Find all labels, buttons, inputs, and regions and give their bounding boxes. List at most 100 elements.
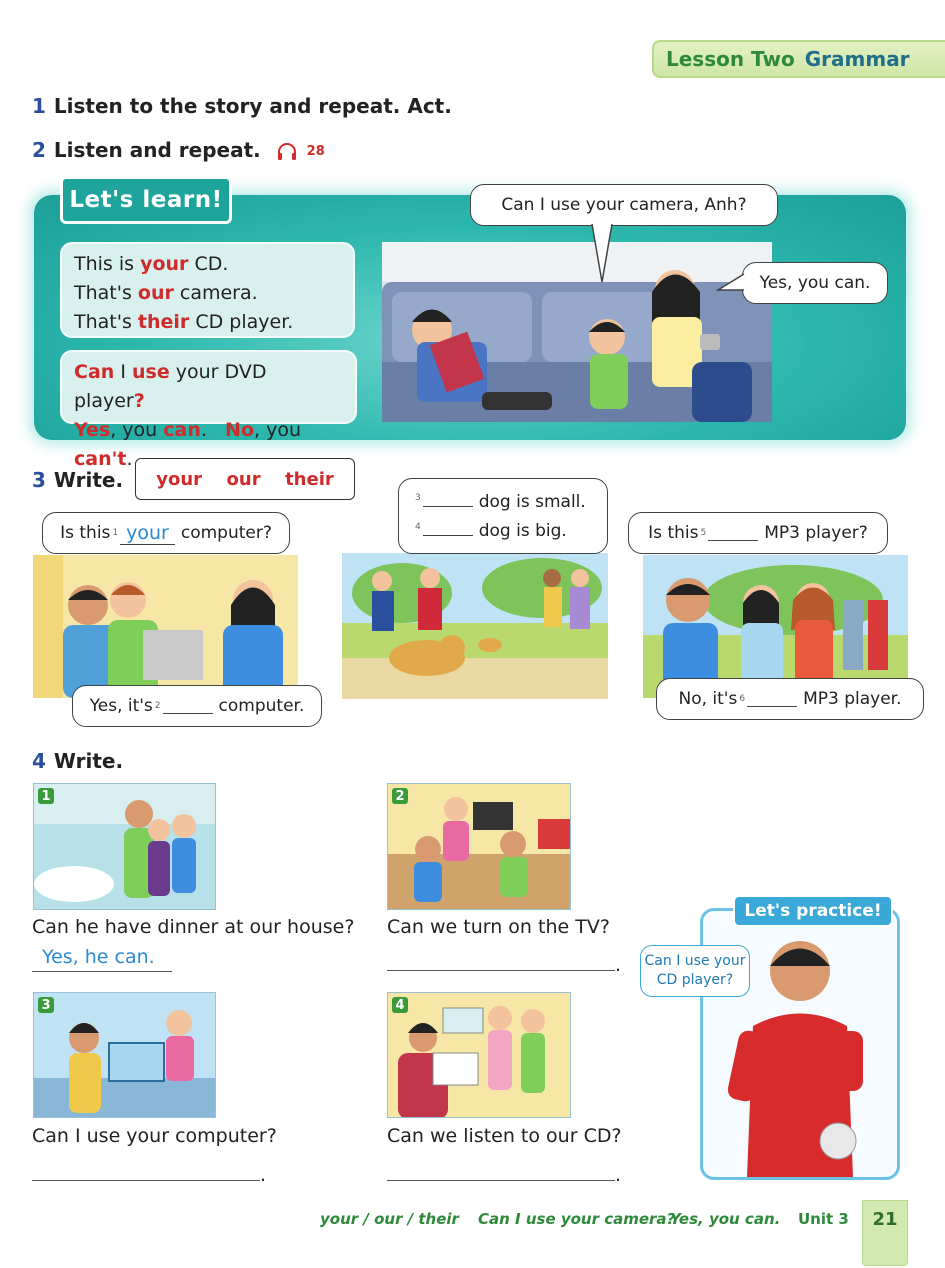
picture-number: 3 xyxy=(38,997,54,1013)
picture-number: 4 xyxy=(392,997,408,1013)
picture-2: 2 xyxy=(387,783,571,910)
park-dogs-illustration xyxy=(342,553,608,699)
keyword: can xyxy=(163,419,201,441)
speech-bubble-question: Can I use your camera, Anh? xyxy=(470,184,778,226)
footer-grammar-3: Yes, you can. xyxy=(670,1210,781,1228)
keyword: your xyxy=(140,253,189,275)
text: I xyxy=(114,361,132,383)
text: . xyxy=(126,448,133,470)
speech-bubble-1: Is this 1 your computer? xyxy=(42,512,290,554)
lesson-header-tab: Lesson Two Grammar xyxy=(652,40,945,78)
text: Is this xyxy=(60,523,111,543)
speech-bubble-6: No, it's 6 MP3 player. xyxy=(656,678,924,720)
keyword: ? xyxy=(133,390,145,412)
answer-blank-2[interactable] xyxy=(162,698,213,714)
text: , you xyxy=(110,419,164,441)
can-question-box: Can I use your DVD player? Yes, you can.… xyxy=(60,350,357,470)
speech-text: Can I use your camera, Anh? xyxy=(501,195,747,215)
exercise-instruction: Listen and repeat. xyxy=(53,138,261,162)
keyword: Yes xyxy=(74,419,111,441)
text: dog is big. xyxy=(478,521,567,541)
picture-4: 4 xyxy=(387,992,571,1118)
blank-number: 2 xyxy=(154,701,161,711)
exercise-4-heading: 4 Write. xyxy=(32,749,123,773)
exercise-1-heading: 1 Listen to the story and repeat. Act. xyxy=(32,94,452,118)
answer-blank-4[interactable] xyxy=(422,520,473,536)
answer-text: Yes, he can. xyxy=(42,946,155,968)
possessive-examples-box: This is your CD. That's our camera. That… xyxy=(60,242,355,338)
exercise-instruction: Listen to the story and repeat. Act. xyxy=(53,94,452,118)
exercise-2-heading: 2 Listen and repeat. 28 xyxy=(32,138,325,162)
text: , you xyxy=(254,419,302,441)
sentence-3: 3 dog is small. xyxy=(413,491,586,512)
text: computer? xyxy=(180,523,272,543)
bubble-tail xyxy=(591,224,613,283)
speech-line: CD player? xyxy=(656,972,734,988)
speech-bubble-2: Yes, it's 2 computer. xyxy=(72,685,322,727)
blank-number: 4 xyxy=(415,522,421,533)
practice-speech-bubble: Can I use your CD player? xyxy=(640,945,750,997)
picture-3: 3 xyxy=(33,992,216,1118)
text: MP3 player. xyxy=(803,689,902,709)
footer-grammar-1: your / our / their xyxy=(320,1210,459,1228)
text: That's xyxy=(74,311,138,333)
answer-line-2[interactable] xyxy=(387,970,615,971)
answer-blank-6[interactable] xyxy=(747,691,798,707)
exercise-instruction: Write. xyxy=(53,749,124,773)
exercise-3-heading: 3 Write. xyxy=(32,468,123,492)
lets-learn-badge: Let's learn! xyxy=(60,176,232,224)
text: computer. xyxy=(218,696,305,716)
text: CD player. xyxy=(189,311,294,333)
question-1: Can he have dinner at our house? xyxy=(32,916,355,938)
topic-label: Grammar xyxy=(804,47,910,71)
lets-practice-badge: Let's practice! xyxy=(733,895,893,927)
lesson-label: Lesson Two xyxy=(666,47,795,71)
picture-number: 1 xyxy=(38,788,54,804)
answer-line-1[interactable]: Yes, he can. xyxy=(32,946,172,972)
answer-period: . xyxy=(615,954,622,976)
keyword: No xyxy=(225,419,255,441)
bubble-tail xyxy=(716,273,745,291)
exercise-number: 1 xyxy=(32,94,46,118)
text: Yes, it's xyxy=(89,696,153,716)
answer-blank-1[interactable]: your xyxy=(120,522,175,545)
answer-blank-3[interactable] xyxy=(422,491,473,507)
keyword: use xyxy=(131,361,170,383)
text: CD. xyxy=(188,253,229,275)
question-2: Can we turn on the TV? xyxy=(387,916,610,938)
speech-line: Can I use your xyxy=(644,953,746,969)
text: camera. xyxy=(173,282,258,304)
exercise-number: 3 xyxy=(32,468,46,492)
picture-1: 1 xyxy=(33,783,216,910)
word-option: their xyxy=(285,468,334,490)
speech-bubble-5: Is this 5 MP3 player? xyxy=(628,512,888,554)
answer-line-4[interactable] xyxy=(387,1180,615,1181)
headphones-icon[interactable] xyxy=(276,142,298,162)
text: dog is small. xyxy=(478,492,586,512)
text: No, it's xyxy=(678,689,738,709)
keyword: our xyxy=(137,282,174,304)
text: That's xyxy=(74,282,138,304)
footer-unit: Unit 3 xyxy=(798,1210,849,1228)
answer-line-3[interactable] xyxy=(32,1180,260,1181)
word-option: your xyxy=(156,468,203,490)
speech-bubble-3-4: 3 dog is small. 4 dog is big. xyxy=(398,478,608,554)
question-4: Can we listen to our CD? xyxy=(387,1125,622,1147)
computer-scene-illustration xyxy=(33,555,298,698)
keyword: can't xyxy=(74,448,127,470)
exercise-number: 4 xyxy=(32,749,46,773)
example-line: That's our camera. xyxy=(74,279,341,308)
answer-blank-5[interactable] xyxy=(708,525,759,541)
speech-text: Yes, you can. xyxy=(759,273,871,293)
speech-bubble-answer: Yes, you can. xyxy=(742,262,888,304)
footer-grammar-2: Can I use your camera? xyxy=(478,1210,676,1228)
example-line: That's their CD player. xyxy=(74,308,341,337)
text: Is this xyxy=(648,523,699,543)
answer-period: . xyxy=(615,1164,622,1186)
sentence-4: 4 dog is big. xyxy=(413,520,567,541)
page-number: 21 xyxy=(862,1200,908,1266)
word-bank: your our their xyxy=(135,458,355,500)
keyword: Can xyxy=(74,361,115,383)
text: MP3 player? xyxy=(764,523,868,543)
keyword: their xyxy=(137,311,190,333)
